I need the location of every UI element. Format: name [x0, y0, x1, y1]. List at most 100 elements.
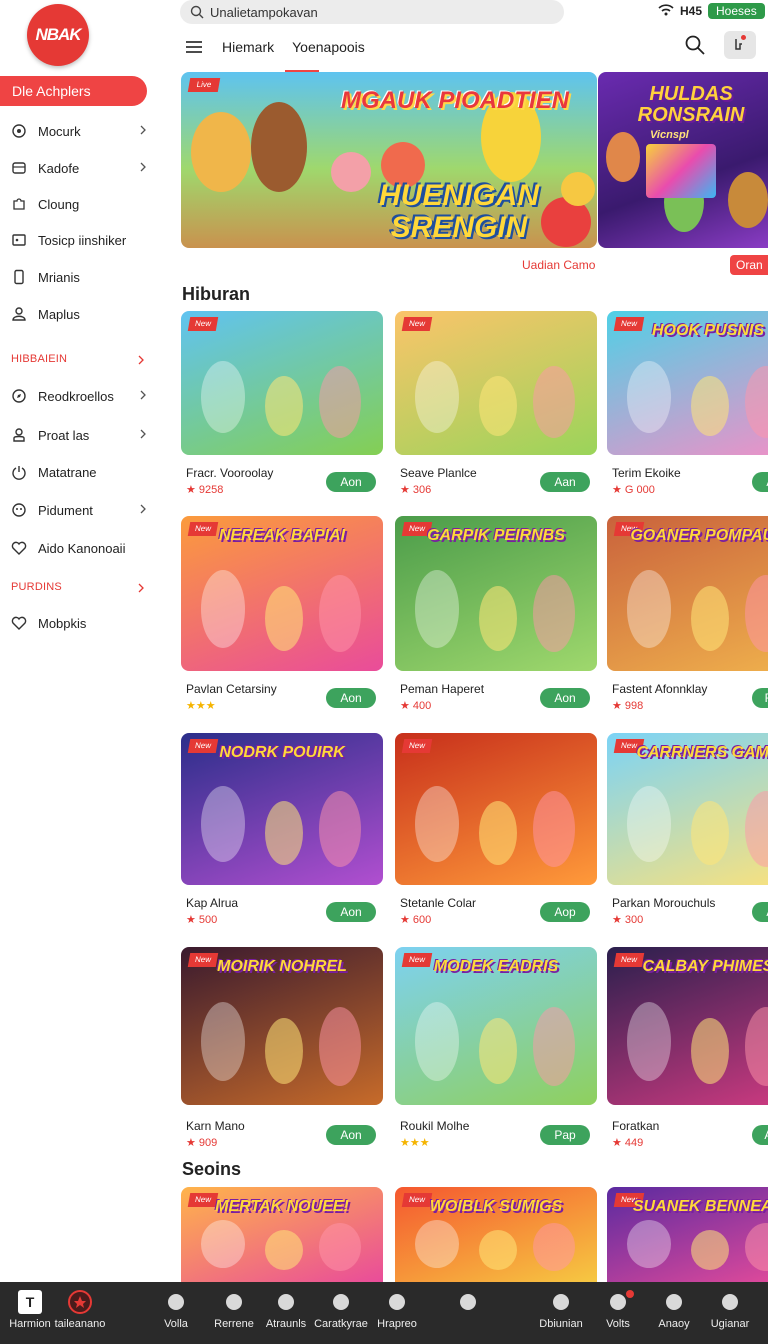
- get-button[interactable]: Aop: [540, 902, 590, 922]
- game-board-image: [646, 144, 716, 198]
- game-card[interactable]: NewCALBAY PHIMES Foratkan ★ 449 Aopr: [607, 947, 768, 1149]
- bottom-nav-item[interactable]: Rerrene: [204, 1290, 264, 1330]
- game-card[interactable]: New GARPIK PEIRNBS Peman Haperet ★ 400 Aon: [395, 516, 597, 712]
- game-card[interactable]: NewHOOK PUSNIS Terim Ekoike ★ G 000 Aon: [607, 311, 768, 496]
- cart-button[interactable]: [724, 31, 756, 59]
- get-button[interactable]: Pap: [540, 1125, 590, 1145]
- game-title[interactable]: Fracr. Vooroolay: [186, 466, 273, 480]
- sidebar-item-active[interactable]: Dle Achplers: [0, 76, 147, 106]
- bottom-nav-item[interactable]: Atraunls: [256, 1290, 316, 1330]
- get-button[interactable]: Aon: [540, 688, 590, 708]
- bottom-nav-item[interactable]: Dbiunian: [531, 1290, 591, 1330]
- game-title[interactable]: Foratkan: [612, 1119, 659, 1133]
- game-thumbnail[interactable]: New: [395, 733, 597, 885]
- hero-links: Uadian Camo Oran: [0, 255, 768, 276]
- game-title[interactable]: Peman Haperet: [400, 682, 484, 696]
- get-button[interactable]: Aan: [540, 472, 590, 492]
- game-card[interactable]: New WOIBLK SUMIGS: [395, 1187, 597, 1282]
- bottom-nav-item[interactable]: Volla: [146, 1290, 206, 1330]
- get-button[interactable]: Aon: [326, 472, 376, 492]
- sidebar-item-reodkroellos[interactable]: Reodkroellos: [0, 381, 162, 411]
- game-thumbnail[interactable]: New NODRK POUIRK: [181, 733, 383, 885]
- sidebar-item-pidument[interactable]: Pidument: [0, 495, 162, 525]
- clock-icon: [10, 122, 28, 140]
- view-more-link[interactable]: Uadian Camo: [522, 258, 595, 272]
- get-button[interactable]: Aon: [326, 1125, 376, 1145]
- game-thumbnail[interactable]: New NEREAK BAPIAI: [181, 516, 383, 671]
- sidebar-item-mobpkis[interactable]: Mobpkis: [0, 608, 162, 638]
- game-title[interactable]: Karn Mano: [186, 1119, 245, 1133]
- get-button[interactable]: Aon: [326, 688, 376, 708]
- game-title[interactable]: Kap Alrua: [186, 896, 238, 910]
- game-card[interactable]: New MODEK EADRIS Roukil Molhe ★★★ Pap: [395, 947, 597, 1149]
- status-badge[interactable]: Hoeses: [708, 3, 765, 19]
- get-button[interactable]: Aon: [326, 902, 376, 922]
- game-thumbnail[interactable]: New CALBAY PHIMES: [607, 947, 768, 1105]
- open-button[interactable]: Oran: [730, 255, 768, 275]
- app-logo[interactable]: NBAK: [27, 4, 89, 66]
- game-thumbnail[interactable]: New MOIRIK NOHREL: [181, 947, 383, 1105]
- game-card[interactable]: NewGOANER POMPAUN Fastent Afonnklay ★ 998 F…: [607, 516, 768, 712]
- get-button[interactable]: Aon: [752, 472, 768, 492]
- game-card[interactable]: NewCARRNERS GAME Parkan Morouchuls ★ 300 Ao…: [607, 733, 768, 926]
- hero-banner-secondary[interactable]: HULDAS RONSRAIN Vicnspl: [598, 72, 768, 248]
- sidebar-item-tosicp[interactable]: Tosicp iinshiker: [0, 225, 162, 255]
- bottom-nav-item[interactable]: Hrapreo: [367, 1290, 427, 1330]
- get-button[interactable]: Fopr: [752, 688, 768, 708]
- notification-dot: [741, 35, 746, 40]
- bottom-nav-label: Caratkyrae: [314, 1318, 368, 1330]
- game-title[interactable]: Pavlan Cetarsiny: [186, 682, 277, 696]
- game-card[interactable]: New Fracr. Vooroolay ★ 9258 Aon: [181, 311, 383, 496]
- sidebar-item-proat-las[interactable]: Proat las: [0, 420, 162, 450]
- game-card[interactable]: NewSUANEK BENNEAS: [607, 1187, 768, 1282]
- game-thumbnail[interactable]: New WOIBLK SUMIGS: [395, 1187, 597, 1282]
- game-title[interactable]: Roukil Molhe: [400, 1119, 469, 1133]
- game-thumbnail[interactable]: NewGOANER POMPAUN: [607, 516, 768, 671]
- game-thumbnail[interactable]: New MODEK EADRIS: [395, 947, 597, 1105]
- game-card[interactable]: New NODRK POUIRK Kap Alrua ★ 500 Aon: [181, 733, 383, 926]
- game-title[interactable]: Terim Ekoike: [612, 466, 681, 480]
- game-card[interactable]: New MOIRIK NOHREL Karn Mano ★ 909 Aon: [181, 947, 383, 1149]
- game-card[interactable]: New NEREAK BAPIAI Pavlan Cetarsiny ★★★ Aon: [181, 516, 383, 712]
- game-card[interactable]: New Seave Planlce ★ 306 Aan: [395, 311, 597, 496]
- game-title[interactable]: Fastent Afonnklay: [612, 682, 707, 696]
- bottom-nav-item[interactable]: taileanano: [50, 1290, 110, 1330]
- character-image: [415, 786, 459, 863]
- game-thumbnail[interactable]: New CARRNERS GAME: [607, 733, 768, 885]
- sidebar-item-maplus[interactable]: Maplus: [0, 299, 162, 329]
- bottom-nav-item[interactable]: [438, 1290, 498, 1318]
- sidebar-item-kadofe[interactable]: Kadofe: [0, 153, 162, 183]
- search-icon[interactable]: [684, 34, 706, 56]
- get-button[interactable]: Aopr: [752, 1125, 768, 1145]
- character-image: [479, 801, 517, 866]
- hero-banner-main[interactable]: Live MGAUK PIOADTIEN HUENIGAN SRENGIN: [181, 72, 597, 248]
- search-input[interactable]: Unalietampokavan: [180, 0, 564, 24]
- menu-icon[interactable]: [182, 35, 206, 59]
- game-thumbnail[interactable]: New: [181, 311, 383, 455]
- game-title[interactable]: Seave Planlce: [400, 466, 477, 480]
- status-bar: H45 Hoeses: [658, 2, 765, 20]
- game-thumbnail[interactable]: New: [395, 311, 597, 455]
- game-thumbnail[interactable]: New HOOK PUSNIS: [607, 311, 768, 455]
- bottom-nav-item[interactable]: Ugianar: [700, 1290, 760, 1330]
- game-thumbnail-title: GOANER POMPAUN: [630, 527, 768, 544]
- sidebar-item-cloung[interactable]: Cloung: [0, 189, 162, 219]
- game-title[interactable]: Parkan Morouchuls: [612, 896, 715, 910]
- bottom-nav-item[interactable]: Anaoy: [644, 1290, 704, 1330]
- sidebar-item-aido[interactable]: Aido Kanonoaii: [0, 533, 162, 563]
- tab-yoenapoois[interactable]: Yoenapoois: [292, 39, 365, 55]
- bottom-nav-item[interactable]: Caratkyrae: [311, 1290, 371, 1330]
- wifi-icon: [658, 3, 674, 19]
- game-card[interactable]: New MERTAK NOUEE!: [181, 1187, 383, 1282]
- get-button[interactable]: Aon: [752, 902, 768, 922]
- sidebar-item-mocurk[interactable]: Mocurk: [0, 116, 162, 146]
- bottom-nav-item[interactable]: Volts: [588, 1290, 648, 1330]
- game-title[interactable]: Stetanle Colar: [400, 896, 476, 910]
- sidebar-item-matatrane[interactable]: Matatrane: [0, 457, 162, 487]
- tab-hiemark[interactable]: Hiemark: [222, 39, 274, 55]
- game-card[interactable]: New Stetanle Colar ★ 600 Aop: [395, 733, 597, 926]
- game-thumbnail[interactable]: NewSUANEK BENNEAS: [607, 1187, 768, 1282]
- game-thumbnail[interactable]: New MERTAK NOUEE!: [181, 1187, 383, 1282]
- game-thumbnail[interactable]: New GARPIK PEIRNBS: [395, 516, 597, 671]
- puzzle-icon: [10, 195, 28, 213]
